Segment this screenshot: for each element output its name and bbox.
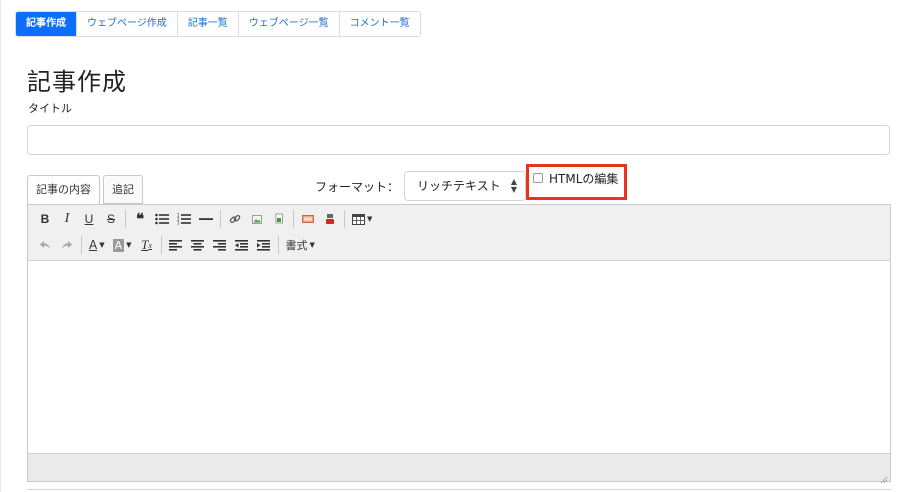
nav-article-list[interactable]: 記事一覧: [177, 12, 239, 36]
strikethrough-icon[interactable]: S: [100, 208, 122, 230]
chevron-down-icon: ▼: [309, 241, 315, 249]
nav-webpage-list[interactable]: ウェブページ一覧: [238, 12, 340, 36]
redo-icon[interactable]: [56, 234, 78, 256]
link-icon[interactable]: [224, 208, 246, 230]
select-arrows-icon: ▲ ▼: [510, 177, 517, 194]
image-icon[interactable]: [246, 208, 268, 230]
bulleted-list-icon[interactable]: [151, 208, 173, 230]
remove-format-icon[interactable]: Tx: [136, 234, 158, 256]
background-color-icon[interactable]: A ▼: [109, 234, 136, 256]
html-edit-label: HTMLの編集: [549, 171, 619, 186]
styles-label: 書式: [285, 239, 308, 252]
nav-comment-list[interactable]: コメント一覧: [339, 12, 420, 36]
italic-icon[interactable]: I: [56, 208, 78, 230]
editor-content-area[interactable]: [28, 261, 890, 455]
toolbar-row-1: B I U S ❝ 123 ▼: [34, 207, 376, 231]
format-select[interactable]: リッチテキスト ▲ ▼: [404, 171, 526, 201]
numbered-list-icon[interactable]: 123: [173, 208, 195, 230]
editor-statusbar: [28, 453, 890, 484]
toolbar-separator: [344, 210, 345, 228]
html-edit-highlight: HTMLの編集: [526, 164, 627, 200]
tab-append[interactable]: 追記: [103, 175, 143, 204]
page-title: 記事作成: [27, 68, 127, 96]
outdent-icon[interactable]: [231, 234, 253, 256]
format-label: フォーマット：: [315, 180, 400, 194]
toolbar-separator: [81, 236, 82, 254]
undo-icon[interactable]: [34, 234, 56, 256]
underline-icon[interactable]: U: [78, 208, 100, 230]
toolbar-row-2: A ▼ A ▼ Tx 書式 ▼: [34, 233, 319, 257]
insert-file-icon[interactable]: [268, 208, 290, 230]
top-nav: 記事作成 ウェブページ作成 記事一覧 ウェブページ一覧 コメント一覧: [15, 11, 421, 37]
chevron-down-icon: ▼: [99, 241, 105, 249]
chevron-down-icon: ▼: [126, 241, 132, 249]
chevron-down-icon: ▼: [367, 215, 373, 223]
title-field-label: タイトル: [28, 102, 72, 115]
resize-grip-icon[interactable]: [878, 469, 888, 484]
bold-icon[interactable]: B: [34, 208, 56, 230]
toolbar-separator: [277, 236, 279, 254]
styles-dropdown[interactable]: 書式 ▼: [282, 234, 319, 256]
format-selected-value: リッチテキスト: [417, 179, 501, 193]
toolbar-separator: [220, 210, 221, 228]
flash-icon[interactable]: [297, 208, 319, 230]
rich-text-editor: B I U S ❝ 123 ▼ A ▼ A ▼ T x 書式 ▼: [27, 204, 891, 484]
nav-create-webpage[interactable]: ウェブページ作成: [77, 12, 178, 36]
editor-toolbar: B I U S ❝ 123 ▼ A ▼ A ▼ T x 書式 ▼: [28, 205, 890, 261]
tab-article-content[interactable]: 記事の内容: [27, 175, 100, 205]
nav-create-article[interactable]: 記事作成: [16, 12, 77, 36]
align-left-icon[interactable]: [165, 234, 187, 256]
blockquote-icon[interactable]: ❝: [129, 208, 151, 230]
indent-icon[interactable]: [253, 234, 275, 256]
html-edit-checkbox[interactable]: [533, 173, 543, 183]
toolbar-separator: [125, 210, 126, 228]
youtube-icon[interactable]: [319, 208, 341, 230]
svg-text:3: 3: [177, 221, 180, 226]
toolbar-separator: [293, 210, 294, 228]
table-icon[interactable]: ▼: [348, 208, 376, 230]
horizontal-rule-icon[interactable]: [195, 208, 217, 230]
text-color-icon[interactable]: A ▼: [85, 234, 109, 256]
toolbar-separator: [160, 236, 162, 254]
title-input[interactable]: [27, 125, 890, 155]
align-center-icon[interactable]: [187, 234, 209, 256]
align-right-icon[interactable]: [209, 234, 231, 256]
bottom-divider: [27, 489, 891, 490]
